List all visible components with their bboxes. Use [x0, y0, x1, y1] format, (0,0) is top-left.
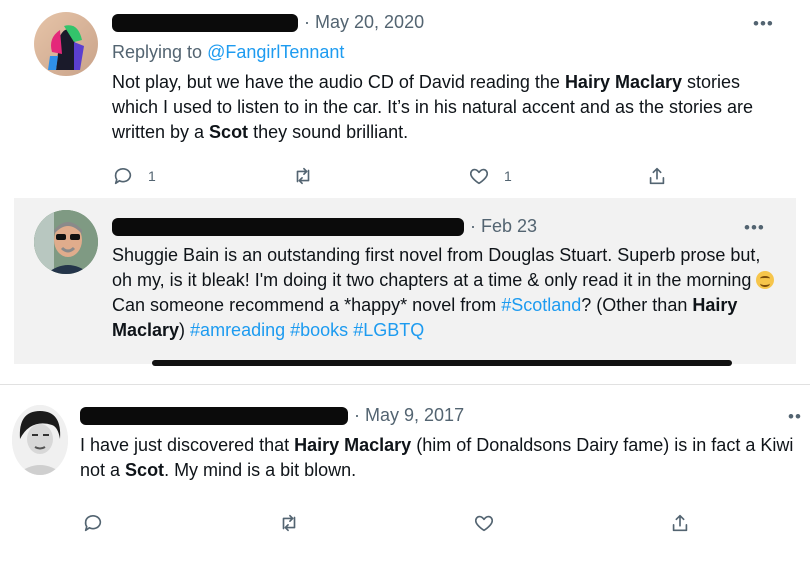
text-run: . My mind is a bit blown.	[164, 460, 357, 480]
reply-icon	[114, 167, 132, 185]
share-icon	[672, 514, 688, 532]
tweet-3[interactable]: · May 9, 2017 •• I have just discovered …	[0, 384, 810, 575]
tweet-date[interactable]: Feb 23	[481, 216, 537, 236]
reply-icon	[84, 514, 102, 532]
share-button[interactable]	[669, 512, 691, 534]
share-icon	[649, 167, 665, 185]
tweet-2[interactable]: · Feb 23 ••• Shuggie Bain is an outstand…	[14, 198, 796, 364]
bold-text: Hairy Maclary	[294, 435, 412, 455]
retweet-icon	[296, 167, 310, 185]
bold-text: Scot	[125, 460, 165, 480]
tweet-date[interactable]: May 9, 2017	[365, 405, 464, 425]
like-count: 1	[504, 168, 512, 184]
retweet-icon	[282, 514, 296, 532]
text-run: Can someone recommend a *happy* novel fr…	[112, 295, 502, 315]
tweet-1[interactable]: · May 20, 2020 ••• Replying to @FangirlT…	[14, 0, 796, 190]
share-button[interactable]	[646, 165, 668, 187]
more-options-icon[interactable]: •••	[744, 218, 765, 238]
text-run: they sound brilliant.	[248, 122, 409, 142]
redacted-author	[80, 407, 348, 426]
hashtag-link[interactable]: #LGBTQ	[353, 320, 424, 340]
text-run: ? (Other than	[581, 295, 693, 315]
hashtag-link[interactable]: #Scotland	[501, 295, 581, 315]
like-icon	[474, 515, 494, 532]
text-run: I have just discovered that	[80, 435, 295, 455]
smiling-face-emoji-icon	[756, 271, 775, 289]
more-options-icon[interactable]: •••	[753, 14, 774, 34]
bold-text: Hairy Maclary	[564, 72, 683, 92]
retweet-button[interactable]	[278, 512, 300, 534]
hashtag-link[interactable]: #books	[290, 320, 348, 340]
redacted-author	[112, 14, 298, 33]
date-separator: ·	[304, 12, 310, 32]
avatar[interactable]	[34, 12, 98, 76]
tweet-header: · May 9, 2017	[80, 405, 464, 426]
reply-button[interactable]	[82, 512, 104, 534]
tweet-header: · May 20, 2020	[112, 12, 424, 33]
date-separator: ·	[354, 405, 360, 425]
replying-to: Replying to @FangirlTennant	[112, 42, 344, 63]
tweet-text: Shuggie Bain is an outstanding first nov…	[112, 243, 780, 343]
tweet-text: Not play, but we have the audio CD of Da…	[112, 70, 780, 145]
cropped-edge	[152, 360, 732, 366]
redacted-author	[112, 218, 464, 237]
avatar[interactable]	[12, 405, 68, 475]
tweet-header: · Feb 23	[112, 216, 537, 237]
tweet-date[interactable]: May 20, 2020	[315, 12, 424, 32]
text-run: )	[179, 320, 191, 340]
tweet-text: I have just discovered that Hairy Maclar…	[80, 433, 800, 483]
reply-count: 1	[148, 168, 156, 184]
date-separator: ·	[470, 216, 476, 236]
text-run: Not play, but we have the audio CD of Da…	[112, 72, 565, 92]
replying-to-handle[interactable]: @FangirlTennant	[207, 42, 344, 62]
hashtag-link[interactable]: #amreading	[190, 320, 285, 340]
replying-to-label: Replying to	[112, 42, 208, 62]
avatar[interactable]	[34, 210, 98, 274]
like-button[interactable]: 1	[468, 165, 512, 187]
reply-button[interactable]: 1	[112, 165, 156, 187]
bold-text: Scot	[209, 122, 249, 142]
like-icon	[469, 168, 489, 185]
text-run: Shuggie Bain is an outstanding first nov…	[112, 245, 761, 290]
like-button[interactable]	[473, 512, 495, 534]
more-options-icon[interactable]: ••	[788, 407, 802, 427]
retweet-button[interactable]	[292, 165, 328, 187]
